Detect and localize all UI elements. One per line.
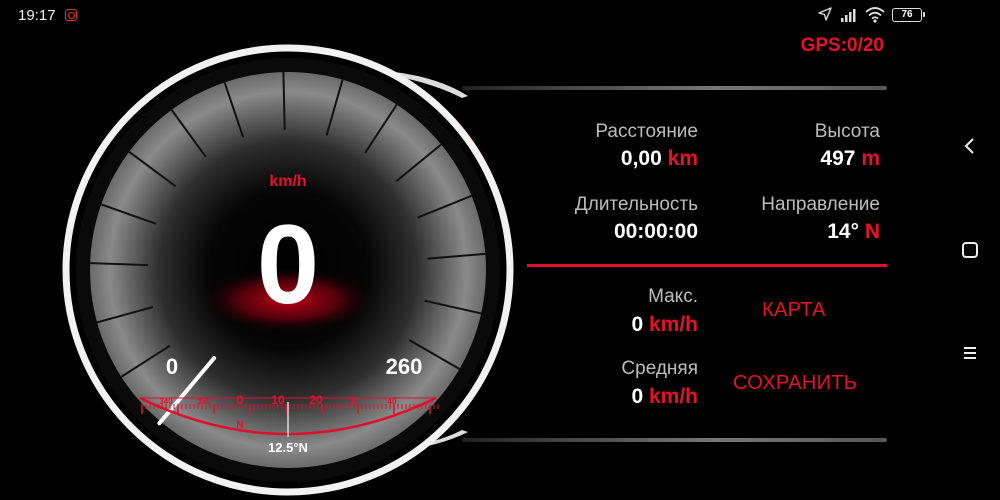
avg-speed-label: Средняя	[621, 358, 698, 379]
speed-unit-label: km/h	[269, 173, 306, 190]
gps-status: GPS:0/20	[800, 35, 884, 56]
max-speed-label: Макс.	[648, 286, 698, 307]
gauge-tick	[282, 72, 286, 131]
map-button[interactable]: КАРТА	[762, 299, 826, 322]
direction-label: Направление	[761, 194, 880, 215]
signal-bars-icon	[841, 9, 856, 22]
home-square-icon[interactable]	[958, 238, 982, 262]
speedometer-gauge: km/h 0 0 260 340 350 0 10 20 30 40 N 12.5°N	[62, 44, 514, 496]
direction-value: 14° N	[827, 220, 880, 244]
speed-min-label: 0	[166, 354, 178, 379]
wifi-icon	[865, 7, 885, 23]
distance-value: 0,00 km	[621, 147, 698, 171]
distance-unit: km	[667, 147, 698, 170]
altitude-value: 497 m	[820, 147, 880, 171]
battery-icon: 76	[892, 8, 925, 22]
divider-top	[462, 86, 887, 90]
avg-speed-number: 0	[631, 385, 644, 408]
max-speed-number: 0	[631, 313, 644, 336]
compass-label: 20	[309, 393, 323, 407]
duration-value: 00:00:00	[613, 220, 698, 243]
direction-number: 14°	[827, 220, 859, 243]
save-button[interactable]: СОХРАНИТЬ	[733, 372, 857, 395]
compass-heading: 12.5°N	[268, 440, 308, 455]
compass-north-label: N	[236, 420, 243, 431]
back-chevron-icon[interactable]	[958, 134, 982, 158]
altitude-number: 497	[820, 147, 856, 170]
altitude-unit: m	[861, 147, 880, 170]
compass-label: 30	[350, 397, 359, 406]
max-speed-value: 0 km/h	[631, 313, 698, 337]
location-arrow-icon	[818, 7, 832, 21]
max-speed-unit: km/h	[648, 313, 698, 336]
menu-lines-icon[interactable]	[958, 341, 982, 365]
duration-label: Длительность	[574, 194, 698, 215]
speed-value: 0	[257, 202, 319, 327]
avg-speed-value: 0 km/h	[631, 385, 698, 409]
compass-label: 350	[197, 397, 211, 406]
avg-speed-unit: km/h	[648, 385, 698, 408]
divider-middle	[527, 264, 887, 267]
distance-label: Расстояние	[595, 121, 698, 142]
compass-label: 0	[237, 393, 244, 407]
compass-label: 10	[271, 393, 285, 407]
altitude-label: Высота	[814, 121, 880, 142]
speed-max-label: 260	[386, 354, 423, 379]
compass-label: 340	[159, 397, 173, 406]
divider-bottom	[462, 438, 887, 442]
compass-label: 40	[388, 397, 397, 406]
distance-number: 0,00	[620, 147, 662, 170]
direction-unit: N	[864, 220, 880, 243]
